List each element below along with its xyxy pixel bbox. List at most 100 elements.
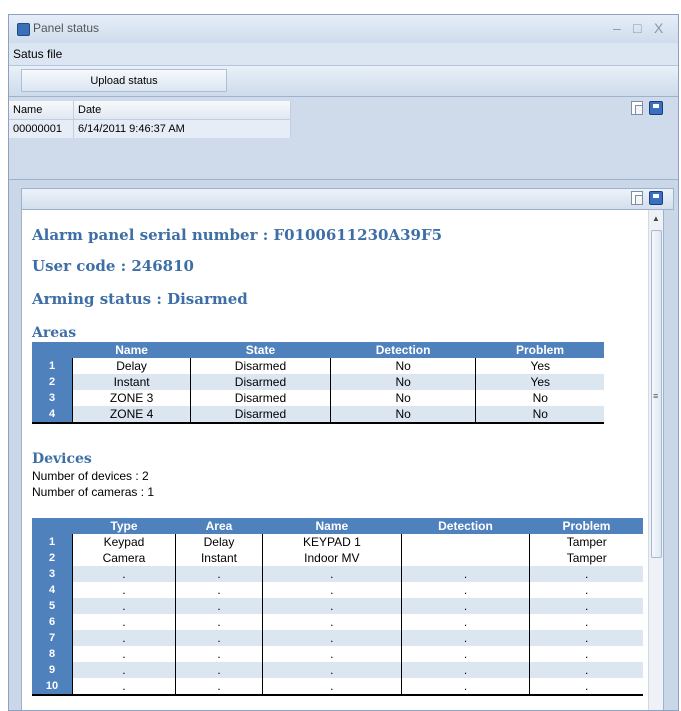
status-file-date[interactable]: 6/14/2011 9:46:37 AM (73, 119, 291, 138)
status-file-row[interactable]: 00000001 6/14/2011 9:46:37 AM (9, 119, 291, 138)
device-detection: . (400, 582, 530, 598)
device-detection: . (400, 678, 530, 696)
areas-column-state: State (190, 342, 331, 358)
device-name: . (262, 582, 402, 598)
areas-column-name: Name (72, 342, 191, 358)
table-row: 10 . . . . . (32, 678, 643, 696)
close-button[interactable]: X (654, 19, 663, 37)
device-name: . (262, 566, 402, 582)
table-row: 1 Delay Disarmed No Yes (32, 358, 604, 374)
device-type: . (72, 598, 176, 614)
area-detection: No (329, 358, 476, 374)
window-title: Panel status (33, 21, 100, 35)
device-area: . (174, 662, 263, 678)
number-of-devices: Number of devices : 2 (32, 469, 149, 483)
area-detection: No (329, 374, 476, 390)
scroll-thumb[interactable]: ≡ (651, 230, 662, 558)
copy-icon[interactable] (631, 191, 643, 205)
upload-status-button[interactable]: Upload status (21, 69, 227, 92)
device-problem: . (529, 678, 643, 696)
device-problem: . (529, 630, 643, 646)
save-icon[interactable] (649, 101, 663, 115)
areas-column-detection: Detection (330, 342, 476, 358)
area-state: Disarmed (190, 390, 331, 406)
device-area: . (174, 630, 263, 646)
minimize-button[interactable]: – (613, 19, 621, 37)
row-number: 10 (32, 678, 73, 696)
table-row: 5 . . . . . (32, 598, 643, 614)
serial-number-heading: Alarm panel serial number : F0100611230A… (32, 226, 443, 244)
maximize-button[interactable]: □ (633, 19, 641, 37)
scroll-grip-icon: ≡ (653, 391, 659, 401)
device-area: Delay (174, 534, 263, 550)
status-file-name[interactable]: 00000001 (9, 119, 74, 138)
table-row: 2 Camera Instant Indoor MV Tamper (32, 550, 643, 566)
table-row: 7 . . . . . (32, 630, 643, 646)
devices-heading: Devices (32, 451, 92, 467)
column-header-date[interactable]: Date (73, 101, 291, 120)
device-name: . (262, 598, 402, 614)
device-area: . (174, 582, 263, 598)
areas-heading: Areas (32, 325, 77, 341)
device-type: . (72, 566, 176, 582)
menu-status-file[interactable]: Satus file (13, 47, 62, 61)
status-files-table: Name Date 00000001 6/14/2011 9:46:37 AM (9, 101, 291, 138)
device-name: . (262, 614, 402, 630)
table-row: 3 ZONE 3 Disarmed No No (32, 390, 604, 406)
device-name: . (262, 646, 402, 662)
table-row: 6 . . . . . (32, 614, 643, 630)
area-detection: No (329, 390, 476, 406)
devices-column-name: Name (262, 518, 402, 534)
device-detection (400, 550, 530, 566)
arming-status-heading: Arming status : Disarmed (32, 290, 248, 308)
area-problem: No (475, 406, 604, 424)
device-problem: . (529, 598, 643, 614)
column-header-name[interactable]: Name (9, 101, 74, 120)
device-detection: . (400, 598, 530, 614)
devices-column-area: Area (175, 518, 263, 534)
panel-status-window: Panel status – □ X Satus file Upload sta… (8, 14, 679, 711)
area-problem: Yes (475, 358, 604, 374)
status-files-panel: Name Date 00000001 6/14/2011 9:46:37 AM (9, 97, 678, 180)
device-type: . (72, 678, 176, 696)
row-number: 3 (32, 566, 73, 582)
device-area: . (174, 566, 263, 582)
copy-icon[interactable] (631, 101, 643, 115)
row-number: 3 (32, 390, 73, 406)
report-header-bar (21, 188, 674, 210)
table-row: 1 Keypad Delay KEYPAD 1 Tamper (32, 534, 643, 550)
row-number: 2 (32, 550, 73, 566)
device-name: . (262, 678, 402, 696)
scroll-up-icon[interactable]: ▲ (652, 214, 660, 223)
table-row: 3 . . . . . (32, 566, 643, 582)
device-type: . (72, 646, 176, 662)
device-type: Camera (72, 550, 176, 566)
row-number: 7 (32, 630, 73, 646)
devices-column-detection: Detection (401, 518, 530, 534)
table-row: 4 ZONE 4 Disarmed No No (32, 406, 604, 424)
device-area: . (174, 614, 263, 630)
device-detection: . (400, 566, 530, 582)
device-problem: . (529, 662, 643, 678)
toolbar: Upload status (9, 66, 678, 97)
area-state: Disarmed (190, 374, 331, 390)
device-name: KEYPAD 1 (262, 534, 402, 550)
number-of-cameras: Number of cameras : 1 (32, 485, 155, 499)
table-row: 9 . . . . . (32, 662, 643, 678)
device-type: . (72, 662, 176, 678)
area-name: Delay (71, 358, 191, 374)
area-name: ZONE 4 (71, 406, 191, 424)
devices-table: Type Area Name Detection Problem 1 Keypa… (32, 518, 643, 696)
save-icon[interactable] (649, 191, 663, 205)
row-number: 1 (32, 534, 73, 550)
menu-bar: Satus file (9, 43, 678, 66)
device-detection: . (400, 646, 530, 662)
row-number: 4 (32, 406, 73, 424)
device-detection (400, 534, 530, 550)
device-area: Instant (174, 550, 263, 566)
area-name: Instant (71, 374, 191, 390)
vertical-scrollbar[interactable]: ▲ ≡ (648, 210, 663, 710)
device-area: . (174, 598, 263, 614)
table-row: 2 Instant Disarmed No Yes (32, 374, 604, 390)
device-problem: Tamper (529, 550, 643, 566)
